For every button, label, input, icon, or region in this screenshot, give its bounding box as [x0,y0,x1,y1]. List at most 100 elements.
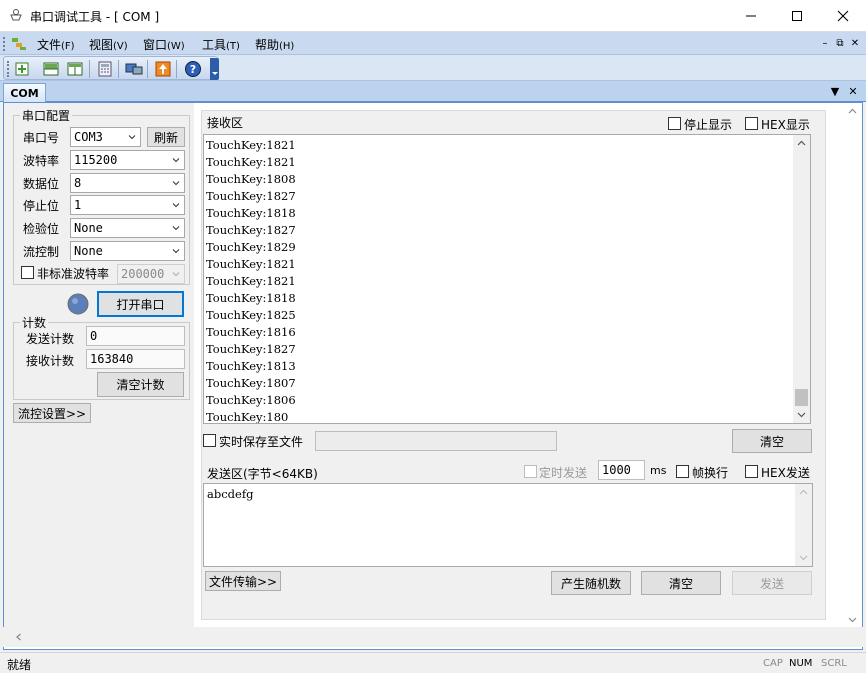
scroll-left-icon[interactable] [15,633,23,641]
new-session-icon[interactable] [13,60,31,78]
receive-vertical-scrollbar[interactable] [793,135,810,423]
frame-newline-checkbox[interactable] [676,465,689,478]
receive-line: TouchKey:1821 [206,138,296,152]
tab-close-icon[interactable]: ✕ [846,84,860,98]
receive-line: TouchKey:1821 [206,274,296,288]
send-vertical-scrollbar[interactable] [795,484,812,566]
receive-line: TouchKey:1806 [206,393,296,407]
send-count-field[interactable]: 0 [86,326,185,346]
tab-list-dropdown-icon[interactable]: ▼ [828,84,842,98]
receive-text-area[interactable]: TouchKey:1821 TouchKey:1821 TouchKey:1808 T… [203,134,811,424]
send-count-label: 发送计数 [26,332,75,346]
status-bar: 就绪 CAP NUM SCRL [0,652,866,673]
maximize-button[interactable] [774,0,820,32]
receive-line: TouchKey:1827 [206,223,296,237]
hex-send-label: HEX发送 [761,466,810,480]
close-icon [837,10,849,22]
horizontal-scrollbar[interactable] [3,627,863,647]
clear-send-button[interactable]: 清空 [641,571,721,595]
generate-random-button[interactable]: 产生随机数 [551,571,631,595]
calculator-icon[interactable] [96,60,114,78]
panel-scroll-down-icon[interactable] [848,615,857,624]
chevron-down-icon [172,181,180,186]
mdi-close-icon[interactable]: ✕ [849,37,861,49]
scroll-up-icon[interactable] [799,488,808,497]
stop-bits-select[interactable]: 1 [70,195,185,215]
toolbar: ? [0,55,866,81]
com-panel: 串口配置 串口号 COM3 刷新 波特率 115200 数据位 8 停止位 1 … [3,102,863,650]
save-to-file-label: 实时保存至文件 [219,435,304,449]
nonstandard-baud-select[interactable]: 200000 [117,264,185,284]
baud-select[interactable]: 115200 [70,150,185,170]
send-text-area[interactable]: abcdefg [203,483,813,567]
receive-line: TouchKey:1829 [206,240,296,254]
parity-select[interactable]: None [70,218,185,238]
receive-line: TouchKey:1818 [206,291,296,305]
maximize-icon [792,11,802,21]
save-file-path-field[interactable] [315,431,557,451]
timed-interval-field[interactable]: 1000 [598,460,645,480]
scroll-down-icon[interactable] [797,410,806,419]
receive-line: TouchKey:1813 [206,359,296,373]
serial-config-title: 串口配置 [22,109,71,123]
send-button[interactable]: 发送 [732,571,812,595]
menu-bar: 文件(F) 视图(V) 窗口(W) 工具(T) 帮助(H) – ⧉ ✕ [0,32,866,55]
menu-help[interactable]: 帮助(H) [255,36,294,53]
document-menu-icon[interactable] [11,36,27,51]
clear-receive-button[interactable]: 清空 [732,429,812,453]
port-select[interactable]: COM3 [70,127,141,147]
menu-tools[interactable]: 工具(T) [202,36,240,53]
stop-display-label: 停止显示 [684,118,733,132]
receive-area-title: 接收区 [207,116,244,130]
mdi-restore-icon[interactable]: ⧉ [834,37,846,49]
toolbar-grip[interactable] [7,61,9,77]
split-horizontal-icon[interactable] [42,60,60,78]
timed-send-checkbox[interactable] [524,465,537,478]
flow-control-select[interactable]: None [70,241,185,261]
menu-file[interactable]: 文件(F) [37,36,75,53]
title-bar: 串口调试工具 - [ COM ] [0,0,866,32]
nonstandard-baud-checkbox[interactable] [21,266,34,279]
clear-count-button[interactable]: 清空计数 [97,372,184,397]
help-icon[interactable]: ? [184,60,202,78]
hex-send-checkbox[interactable] [745,465,758,478]
refresh-button[interactable]: 刷新 [147,127,185,147]
save-to-file-checkbox[interactable] [203,434,216,447]
mdi-minimize-icon[interactable]: – [819,37,831,49]
caps-lock-indicator: CAP [763,658,783,669]
recv-count-field[interactable]: 163840 [86,349,185,369]
close-button[interactable] [820,0,866,32]
scroll-down-icon[interactable] [799,553,808,562]
timed-send-label: 定时发送 [539,466,588,480]
receive-line: TouchKey:1808 [206,172,296,186]
stop-display-checkbox[interactable] [668,117,681,130]
send-area-title: 发送区(字节<64KB) [207,467,318,481]
receive-line: TouchKey:1825 [206,308,296,322]
scroll-up-icon[interactable] [797,139,806,148]
panel-scroll-up-icon[interactable] [848,107,857,116]
scroll-lock-indicator: SCRL [821,658,847,669]
hex-display-checkbox[interactable] [745,117,758,130]
toolbar-separator [118,60,119,78]
menu-view[interactable]: 视图(V) [89,36,128,53]
baud-label: 波特率 [23,154,60,168]
tab-com[interactable]: COM [3,83,46,102]
toolbar-separator [176,60,177,78]
minimize-button[interactable] [728,0,774,32]
chevron-down-icon [172,203,180,208]
menubar-grip[interactable] [3,37,6,51]
toolbar-overflow-button[interactable] [210,58,219,80]
document-tab-strip: COM ▼ ✕ [0,81,866,102]
data-bits-select[interactable]: 8 [70,173,185,193]
chevron-down-icon [172,226,180,231]
flow-settings-button[interactable]: 流控设置>> [13,403,91,423]
file-transfer-button[interactable]: 文件传输>> [205,571,281,591]
receive-scroll-thumb[interactable] [795,389,808,406]
split-vertical-icon[interactable] [66,60,84,78]
device-manager-icon[interactable] [125,60,143,78]
port-label: 串口号 [23,131,60,145]
stop-bits-label: 停止位 [23,199,60,213]
upload-icon[interactable] [154,60,172,78]
receive-line: TouchKey:180 [206,410,289,424]
menu-window[interactable]: 窗口(W) [143,36,185,53]
